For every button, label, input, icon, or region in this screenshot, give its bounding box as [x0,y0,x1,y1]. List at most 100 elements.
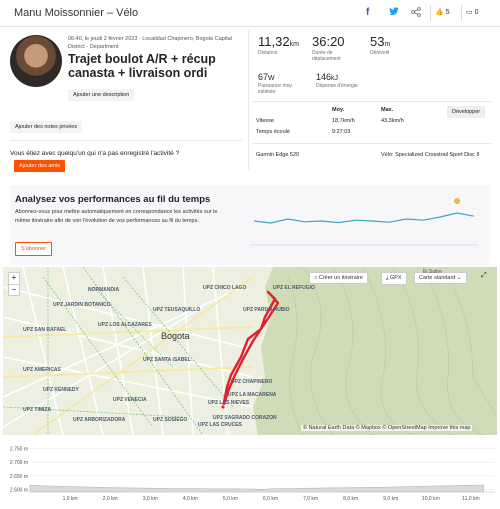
elevation-x-tick: 8,0 km [343,496,358,502]
bike-name: Vélo: Specialized Crosstrail Sport Disc … [381,152,480,158]
elevation-x-tick: 11,0 km [462,496,479,502]
distance-label: Distance [258,50,278,56]
elevation-y-tick: 2.600 m [10,487,28,493]
subscribe-button[interactable]: S'abonner [15,242,52,256]
elevation-chart: 2.750 m 2.700 m 2.650 m 2.600 m 1,0 km 2,0 km… [10,447,495,502]
facebook-icon[interactable]: f [366,7,369,18]
elevation-x-tick: 5,0 km [223,496,238,502]
map-district-label: UPZ CHICO LAGO [203,285,247,291]
duration-label: Durée de déplacement [312,50,341,62]
vertical-divider [248,30,249,170]
add-friends-button[interactable]: Ajouter des amis [14,160,65,172]
create-route-button[interactable]: ⌂ Créer un itinéraire [309,272,368,284]
stats-divider [252,101,492,102]
elevation-profile: 2.750 m 2.700 m 2.650 m 2.600 m 1,0 km 2,0 km… [0,440,500,509]
gpx-button[interactable]: ⤓ GPX [381,272,407,285]
row-speed-label: Vitesse [256,118,274,124]
elevation-x-tick: 2,0 km [103,496,118,502]
map-district-label: UPZ TIMIZA [23,407,52,413]
map-district-label: UPZ TEUSAQUILLO [153,307,201,313]
elevation-y-tick: 2.650 m [10,474,28,480]
map-district-label: UPZ AMERICAS [23,367,61,373]
map-canvas [3,267,497,435]
page-title: Manu Moissonnier – Vélo [14,7,139,19]
thumbs-up-icon: 👍 [435,9,444,16]
fullscreen-icon[interactable]: ⤢ [481,272,487,280]
header-max: Max. [381,107,394,113]
map-district-label: UPZ CHAPINERO [231,379,273,385]
map-label-el-salitre: El Saltre [423,269,442,275]
share-icon[interactable] [411,7,421,19]
elevation-value: 53 [370,34,385,49]
twitter-icon[interactable] [389,7,399,18]
elevation-area [29,484,485,493]
map-city-label: Bogota [161,331,190,341]
performance-title: Analysez vos performances au fil du temp… [15,194,211,205]
map-district-label: UPZ SOSIEGO [153,417,188,423]
map-district-label: UPZ LOS ALCAZARES [98,322,152,328]
performance-trend-chart [250,198,478,246]
performance-text: Abonnez-vous pour mettre automatiquement… [15,209,218,224]
elevation-label: Dénivelé [370,50,390,56]
create-route-label: Créer un itinéraire [318,275,363,281]
comments-count: 0 [474,9,479,16]
row-speed-max: 43,3km/h [381,118,404,124]
zoom-out-button[interactable]: − [9,284,19,295]
activity-meta: 06:40, le jeudi 2 février 2023 · Localid… [68,36,232,50]
add-description-button[interactable]: Ajouter une description [68,89,135,101]
power-value: 67 [258,72,269,82]
elevation-x-tick: 1,0 km [63,496,78,502]
performance-promo: Analysez vos performances au fil du temp… [10,185,490,265]
energy-label: Dépense d'énergie [316,83,358,89]
elevation-y-tick: 2.700 m [10,460,28,466]
chevron-down-icon: ⌄ [456,275,462,281]
elevation-unit: m [384,41,391,48]
gpx-label: GPX [389,275,402,281]
map-district-label: UPZ LAS NIEVES [208,400,250,406]
avatar[interactable] [10,35,62,87]
distance-unit: km [289,41,299,48]
map-district-label: UPZ KENNEDY [43,387,79,393]
map-district-label: UPZ EL REFUGIO [273,285,315,291]
energy-value: 146 [316,72,332,82]
map-style-label: Carte standard [419,275,456,281]
map-district-label: UPZ LAS CRUCES [198,422,242,428]
zoom-in-button[interactable]: + [9,273,19,284]
stat-duration: 36:20 Durée de déplacement [312,34,362,62]
power-unit: W [268,75,275,82]
energy-unit: kJ [331,75,339,82]
map-district-label: UPZ PARDO RUBIO [243,307,290,313]
map-district-label: UPZ VENECIA [113,397,147,403]
trend-line [253,212,475,224]
map-district-label: UPZ ARBORIZADORA [73,417,126,423]
elevation-x-tick: 9,0 km [383,496,398,502]
map-district-label: UPZ LA MACARENA [228,392,277,398]
elevation-x-tick: 4,0 km [183,496,198,502]
comment-icon: ▭ [466,9,473,16]
details-divider [252,143,492,144]
row-elapsed-label: Temps écoulé [256,129,290,135]
map-attribution[interactable]: © Natural Earth Data © Mapbox © OpenStre… [301,425,473,431]
row-speed-avg: 18,7km/h [332,118,355,124]
map-district-label: UPZ SANTA ISABEL [143,357,191,363]
map-district-label: UPZ JARDIN BOTANICO [53,302,111,308]
comments-button[interactable]: ▭ 0 [461,5,478,21]
zoom-controls: + − [8,272,20,296]
distance-value: 11,32 [258,34,290,49]
route-map[interactable]: + − ⌂ Créer un itinéraire ⤓ GPX Carte st… [3,267,497,435]
kudos-count: 5 [445,9,450,16]
stat-elevation: 53m Dénivelé [370,34,390,56]
activity-header: Manu Moissonnier – Vélo f 👍 5 ▭ 0 [0,0,500,27]
develop-button[interactable]: Développer [447,106,486,118]
kudos-button[interactable]: 👍 5 [430,5,450,21]
elevation-x-tick: 3,0 km [143,496,158,502]
stat-distance: 11,32km Distance [258,34,299,56]
add-private-notes-button[interactable]: Ajouter des notes privées [10,121,83,133]
row-elapsed-avg: 9:27:03 [332,129,351,135]
activity-title: Trajet boulot A/R + récup canasta + livr… [68,52,216,80]
route-icon: ⌂ [314,275,318,281]
power-label: Puissance moy. estimée [258,83,293,95]
elevation-y-tick: 2.750 m [10,447,28,453]
elevation-x-tick: 7,0 km [303,496,318,502]
download-icon: ⤓ [386,275,389,281]
